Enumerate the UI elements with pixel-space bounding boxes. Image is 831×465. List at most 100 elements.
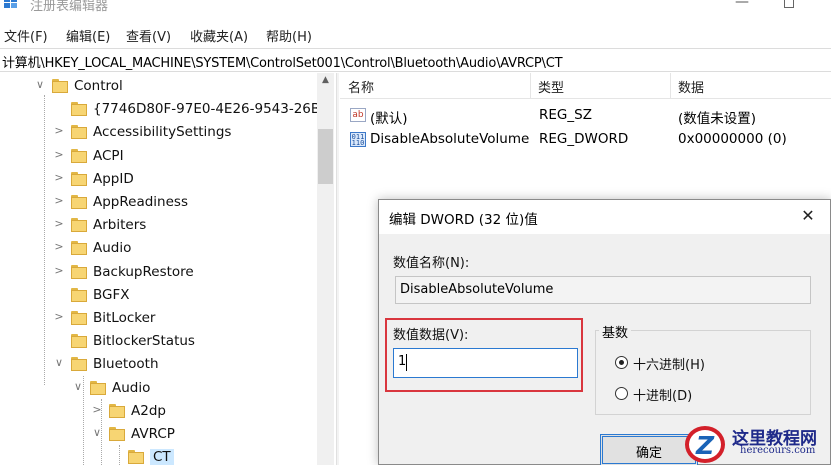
tree-item[interactable]: ∨ Audio	[0, 377, 317, 400]
tree-item[interactable]: > BitLocker	[0, 307, 317, 330]
list-row-default[interactable]: ab (默认) REG_SZ (数值未设置)	[340, 104, 831, 127]
chevron-right-icon[interactable]	[53, 333, 65, 347]
tree-item[interactable]: BGFX	[0, 284, 317, 307]
string-value-icon: ab	[350, 108, 366, 122]
folder-icon	[71, 172, 87, 186]
tree-item[interactable]: CT	[0, 446, 317, 465]
chevron-right-icon[interactable]: >	[53, 194, 65, 208]
folder-icon	[71, 288, 87, 302]
menu-bar: 文件(F) 编辑(E) 查看(V) 收藏夹(A) 帮助(H)	[0, 24, 831, 46]
registry-tree: ∨ Control {7746D80F-97E0-4E26-9543-26B4 > Ac…	[0, 73, 317, 465]
value-name: DisableAbsoluteVolume	[370, 131, 530, 147]
tree-item-label: ACPI	[93, 148, 124, 164]
tree-scrollbar[interactable]: ▲	[317, 73, 334, 465]
title-bar: 注册表编辑器 —	[0, 0, 831, 20]
chevron-right-icon[interactable]	[53, 101, 65, 115]
tree-item-label: {7746D80F-97E0-4E26-9543-26B4	[93, 101, 317, 117]
address-bar[interactable]: 计算机\HKEY_LOCAL_MACHINE\SYSTEM\ControlSet…	[0, 48, 831, 72]
chevron-right-icon[interactable]: >	[53, 240, 65, 254]
column-data[interactable]: 数据	[678, 77, 704, 96]
chevron-down-icon[interactable]: ∨	[34, 78, 46, 92]
chevron-down-icon[interactable]: ∨	[53, 356, 65, 370]
menu-favorites[interactable]: 收藏夹(A)	[190, 26, 248, 45]
tree-item-label: BackupRestore	[93, 264, 194, 280]
radio-decimal-label[interactable]: 十进制(D)	[633, 385, 692, 404]
tree-item[interactable]: ∨ Bluetooth	[0, 353, 317, 376]
folder-icon	[71, 125, 87, 139]
column-type[interactable]: 类型	[538, 77, 564, 96]
tree-item-label: BitlockerStatus	[93, 333, 195, 349]
value-data: 0x00000000 (0)	[678, 131, 787, 147]
column-divider[interactable]	[530, 73, 531, 99]
chevron-right-icon[interactable]: >	[53, 148, 65, 162]
tree-item[interactable]: > AppReadiness	[0, 191, 317, 214]
menu-file[interactable]: 文件(F)	[4, 26, 48, 45]
pane-splitter[interactable]	[336, 73, 339, 465]
radio-hex[interactable]	[615, 356, 628, 369]
tree-item-label: AppReadiness	[93, 194, 188, 210]
tree-item[interactable]: ∨ AVRCP	[0, 423, 317, 446]
folder-icon	[71, 311, 87, 325]
chevron-right-icon[interactable]: >	[91, 403, 103, 417]
tree-item-label: BitLocker	[93, 310, 156, 326]
folder-icon	[109, 404, 125, 418]
scroll-up-icon[interactable]: ▲	[317, 75, 334, 89]
chevron-right-icon[interactable]: >	[53, 310, 65, 324]
chevron-down-icon[interactable]: ∨	[72, 380, 84, 394]
chevron-right-icon[interactable]	[110, 449, 122, 463]
close-icon[interactable]: ✕	[793, 205, 823, 229]
chevron-right-icon[interactable]: >	[53, 124, 65, 138]
list-row-disableabsolutevolume[interactable]: 011 110 DisableAbsoluteVolume REG_DWORD …	[340, 128, 831, 151]
tree-item-label: Audio	[112, 380, 151, 396]
folder-icon	[71, 241, 87, 255]
column-name[interactable]: 名称	[348, 77, 374, 96]
value-data-input[interactable]: 1	[393, 348, 578, 378]
tree-item[interactable]: > ACPI	[0, 145, 317, 168]
tree-item[interactable]: > BackupRestore	[0, 261, 317, 284]
radio-decimal[interactable]	[615, 387, 628, 400]
chevron-down-icon[interactable]: ∨	[91, 426, 103, 440]
folder-icon	[71, 195, 87, 209]
folder-icon	[71, 149, 87, 163]
folder-icon	[71, 334, 87, 348]
chevron-right-icon[interactable]: >	[53, 171, 65, 185]
tree-item[interactable]: BitlockerStatus	[0, 330, 317, 353]
registry-editor-icon	[4, 0, 20, 9]
tree-item[interactable]: > AppID	[0, 168, 317, 191]
chevron-right-icon[interactable]	[53, 287, 65, 301]
dword-value-icon: 011 110	[350, 132, 366, 147]
watermark-logo: Z	[685, 426, 725, 463]
text-caret	[406, 354, 407, 371]
menu-edit[interactable]: 编辑(E)	[66, 26, 110, 45]
ok-button-label: 确定	[635, 446, 662, 461]
folder-icon	[71, 218, 87, 232]
maximize-button[interactable]	[769, 0, 809, 14]
tree-item[interactable]: > Audio	[0, 237, 317, 260]
tree-item-label: Arbiters	[93, 217, 147, 233]
folder-icon	[52, 79, 68, 93]
chevron-right-icon[interactable]: >	[53, 264, 65, 278]
tree-item-label: BGFX	[93, 287, 130, 303]
minimize-button[interactable]: —	[722, 0, 762, 14]
menu-view[interactable]: 查看(V)	[126, 26, 171, 45]
column-divider[interactable]	[670, 73, 671, 99]
tree-item[interactable]: ∨ Control	[0, 75, 317, 98]
tree-item[interactable]: > A2dp	[0, 400, 317, 423]
chevron-right-icon[interactable]: >	[53, 217, 65, 231]
folder-icon	[109, 427, 125, 441]
radio-hex-label[interactable]: 十六进制(H)	[633, 354, 705, 373]
tree-item[interactable]: > Arbiters	[0, 214, 317, 237]
window-title: 注册表编辑器	[30, 0, 109, 14]
value-name: (默认)	[370, 111, 408, 127]
tree-item-label: AVRCP	[131, 426, 175, 442]
value-name-text: DisableAbsoluteVolume	[400, 282, 554, 297]
tree-item-label: Control	[74, 78, 123, 94]
watermark-logo-glyph: Z	[696, 431, 715, 460]
folder-icon	[71, 265, 87, 279]
menu-help[interactable]: 帮助(H)	[266, 26, 312, 45]
tree-item[interactable]: > AccessibilitySettings	[0, 121, 317, 144]
value-data-label: 数值数据(V):	[393, 328, 469, 343]
tree-item[interactable]: {7746D80F-97E0-4E26-9543-26B4	[0, 98, 317, 121]
value-name-label: 数值名称(N):	[393, 256, 470, 271]
scroll-thumb[interactable]	[318, 129, 333, 184]
